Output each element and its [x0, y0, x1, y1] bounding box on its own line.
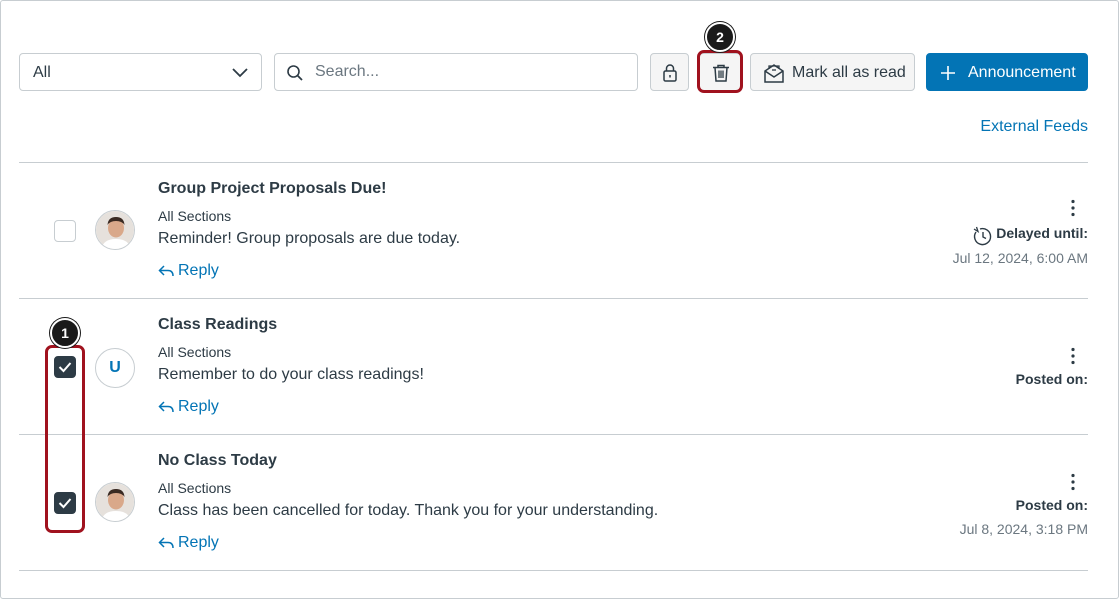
announcement-label: Announcement [968, 64, 1076, 81]
announcement-message: Class has been cancelled for today. Than… [158, 502, 659, 519]
lock-icon [663, 64, 677, 82]
callout-1: 1 [50, 318, 80, 348]
mark-all-read-button[interactable]: Mark all as read [750, 53, 915, 91]
announcement-row: U Class Readings All Sections Remember t… [19, 299, 1088, 435]
status-date: Jul 12, 2024, 6:00 AM [952, 250, 1088, 266]
external-feeds-link[interactable]: External Feeds [980, 118, 1088, 136]
more-options-icon[interactable] [1070, 347, 1076, 365]
announcement-sections: All Sections [158, 344, 232, 360]
announcement-row: No Class Today All Sections Class has be… [19, 435, 1088, 571]
reply-label: Reply [178, 398, 219, 415]
announcement-title[interactable]: No Class Today [158, 452, 277, 470]
more-options-icon[interactable] [1070, 473, 1076, 491]
divider [19, 570, 1088, 571]
reply-label: Reply [178, 534, 219, 551]
avatar[interactable]: U [95, 348, 135, 388]
search-field[interactable] [274, 53, 638, 91]
mark-all-read-label: Mark all as read [792, 64, 906, 81]
callout-2: 2 [705, 22, 735, 52]
more-options-icon[interactable] [1070, 199, 1076, 217]
reply-icon [158, 401, 174, 413]
delayed-clock-icon [973, 226, 992, 246]
announcement-message: Reminder! Group proposals are due today. [158, 230, 461, 247]
reply-icon [158, 537, 174, 549]
checkbox-highlight [45, 345, 85, 533]
plus-icon [941, 66, 955, 80]
announcement-title[interactable]: Class Readings [158, 316, 277, 334]
chevron-down-icon [232, 68, 248, 78]
user-photo-icon [96, 211, 134, 249]
select-checkbox[interactable] [54, 220, 76, 242]
status-label: Posted on: [1015, 497, 1088, 513]
avatar[interactable] [95, 482, 135, 522]
user-photo-icon [96, 483, 134, 521]
announcement-message: Remember to do your class readings! [158, 366, 424, 383]
reply-link[interactable]: Reply [158, 398, 219, 416]
announcement-row: Group Project Proposals Due! All Section… [19, 163, 1088, 299]
filter-select-value: All [33, 64, 51, 81]
reply-icon [158, 265, 174, 277]
announcement-sections: All Sections [158, 208, 232, 224]
reply-link[interactable]: Reply [158, 262, 219, 280]
avatar[interactable] [95, 210, 135, 250]
announcement-sections: All Sections [158, 480, 232, 496]
status-label: Posted on: [1015, 371, 1088, 387]
envelope-open-icon [764, 64, 784, 83]
add-announcement-button[interactable]: Announcement [926, 53, 1088, 91]
status-label: Delayed until: [996, 225, 1088, 241]
lock-button[interactable] [650, 53, 689, 91]
announcement-title[interactable]: Group Project Proposals Due! [158, 180, 386, 198]
search-input[interactable] [315, 60, 625, 84]
status-date: Jul 8, 2024, 3:18 PM [959, 521, 1088, 537]
reply-label: Reply [178, 262, 219, 279]
filter-select[interactable]: All [19, 53, 262, 91]
delete-highlight [697, 50, 743, 93]
search-icon [287, 65, 303, 81]
reply-link[interactable]: Reply [158, 534, 219, 552]
